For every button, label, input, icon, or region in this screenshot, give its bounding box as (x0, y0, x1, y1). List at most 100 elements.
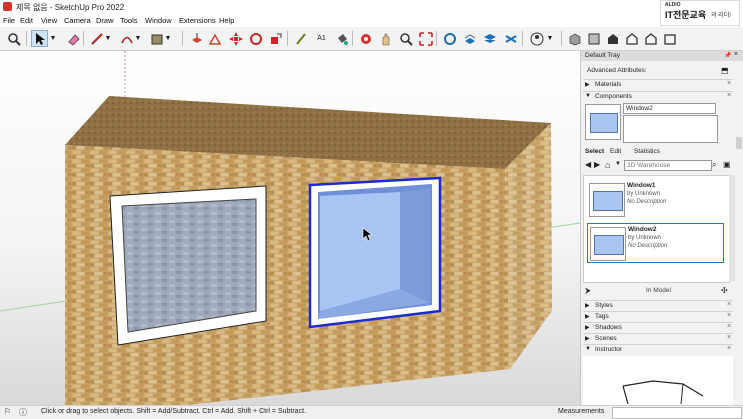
pin-icon[interactable]: 📌 (724, 52, 731, 59)
home-icon[interactable]: ⌂ (605, 160, 610, 170)
view-top-icon[interactable] (585, 30, 602, 47)
search-icon[interactable] (5, 30, 22, 47)
warehouse-search-input[interactable]: 3D Warehouse (624, 160, 712, 171)
rotate-icon[interactable] (247, 30, 264, 47)
tab-statistics[interactable]: Statistics (634, 148, 660, 155)
push-pull-icon[interactable] (188, 30, 205, 47)
tab-edit[interactable]: Edit (610, 148, 621, 155)
aldio-logo: ALDIO IT전문교육 의 리더! (660, 0, 740, 26)
attributes-icon[interactable]: ⬒ (721, 66, 729, 75)
item-description: No Description (628, 243, 668, 249)
instructor-panel (583, 356, 733, 405)
close-section-icon[interactable]: × (727, 312, 731, 319)
list-item-window1[interactable]: Window1 by Unknown No Description (587, 180, 724, 220)
warehouse-icon[interactable] (441, 30, 458, 47)
search-icon[interactable]: ⌕ (712, 160, 716, 170)
pan-icon[interactable] (377, 30, 394, 47)
layers-icon[interactable] (481, 30, 498, 47)
eraser-icon[interactable] (64, 30, 81, 47)
component-description-field[interactable] (623, 115, 718, 143)
view-left-icon[interactable] (661, 30, 678, 47)
modeling-viewport[interactable] (0, 51, 580, 405)
view-back-icon[interactable] (642, 30, 659, 47)
close-icon[interactable]: × (734, 51, 738, 58)
select-dropdown-icon[interactable]: ▼ (48, 30, 58, 47)
shape-dropdown-icon[interactable]: ▼ (163, 30, 173, 47)
measurements-input[interactable] (612, 407, 742, 419)
component-name-field[interactable]: Window2 (623, 103, 716, 114)
component-thumbnail (590, 227, 626, 261)
item-name: Window1 (627, 182, 656, 189)
materials-section[interactable]: ▶ Materials × (583, 79, 733, 90)
list-item-window2-selected[interactable]: Window2 by Unknown No Description (587, 223, 724, 263)
menu-view[interactable]: View (41, 16, 57, 25)
tape-measure-icon[interactable] (292, 30, 309, 47)
menu-bar: File Edit View Camera Draw Tools Window … (0, 14, 743, 27)
materials-label: Materials (595, 81, 622, 88)
toolbar: ▼ ▼ ▼ ▼ A1 ▼ (0, 27, 743, 51)
menu-extensions[interactable]: Extensions (179, 16, 216, 25)
menu-draw[interactable]: Draw (96, 16, 114, 25)
extension-warehouse-icon[interactable] (461, 30, 478, 47)
view-right-icon[interactable] (623, 30, 640, 47)
window1-component[interactable] (109, 185, 267, 346)
styles-label: Styles (595, 302, 613, 309)
menu-edit[interactable]: Edit (20, 16, 33, 25)
menu-window[interactable]: Window (145, 16, 172, 25)
item-name: Window2 (628, 226, 657, 233)
arc-dropdown-icon[interactable]: ▼ (133, 30, 143, 47)
orbit-icon[interactable] (357, 30, 374, 47)
menu-tools[interactable]: Tools (120, 16, 138, 25)
menu-camera[interactable]: Camera (64, 16, 91, 25)
sketchup-app-icon (3, 2, 12, 11)
shadows-section[interactable]: ▶ Shadows × (583, 322, 733, 333)
tags-section[interactable]: ▶ Tags × (583, 311, 733, 322)
close-section-icon[interactable]: × (727, 92, 731, 99)
back-icon[interactable]: ◀ (585, 160, 591, 169)
styles-section[interactable]: ▶ Styles × (583, 300, 733, 311)
list-scrollbar[interactable] (729, 175, 735, 281)
offset-icon[interactable] (206, 30, 223, 47)
geo-location-icon[interactable]: ⚐ (4, 407, 11, 416)
instructor-section[interactable]: ▼ Instructor × (583, 344, 733, 355)
advanced-attributes-label: Advanced Attributes: (587, 67, 647, 74)
close-section-icon[interactable]: × (727, 301, 731, 308)
line-dropdown-icon[interactable]: ▼ (103, 30, 113, 47)
logo-main-text: IT전문교육 (665, 10, 707, 20)
zoom-icon[interactable] (397, 30, 414, 47)
details-icon[interactable]: ▣ (723, 160, 731, 169)
window2-component-selected[interactable] (308, 176, 442, 329)
components-section[interactable]: ▼ Components × (583, 91, 733, 102)
select-tool-icon[interactable] (31, 30, 48, 47)
components-label: Components (595, 93, 632, 100)
close-section-icon[interactable]: × (727, 334, 731, 341)
view-iso-icon[interactable] (566, 30, 583, 47)
move-icon[interactable] (227, 30, 244, 47)
forward-icon[interactable]: ▶ (594, 160, 600, 169)
expand-icon[interactable]: ✣ (721, 286, 728, 295)
menu-help[interactable]: Help (219, 16, 234, 25)
scenes-label: Scenes (595, 335, 617, 342)
view-front-icon[interactable] (604, 30, 621, 47)
scale-icon[interactable] (267, 30, 284, 47)
navigation-dropdown-icon[interactable]: ▼ (615, 161, 621, 167)
text-tool-icon[interactable]: A1 (313, 30, 330, 47)
close-section-icon[interactable]: × (727, 323, 731, 330)
scenes-section[interactable]: ▶ Scenes × (583, 333, 733, 344)
menu-file[interactable]: File (3, 16, 15, 25)
tray-scrollbar[interactable] (736, 137, 742, 149)
extension-manager-icon[interactable] (502, 30, 519, 47)
measurements-label: Measurements (558, 408, 605, 415)
tray-title: Default Tray (585, 52, 621, 59)
info-icon[interactable]: ⓘ (19, 407, 27, 418)
paint-bucket-icon[interactable] (333, 30, 350, 47)
account-dropdown-icon[interactable]: ▼ (545, 30, 555, 47)
item-author: by Unknown (628, 235, 662, 241)
load-icon[interactable]: ⮞ (585, 286, 591, 296)
zoom-extents-icon[interactable] (417, 30, 434, 47)
close-section-icon[interactable]: × (727, 345, 731, 352)
expand-arrow-icon: ▶ (585, 82, 590, 88)
user-account-icon[interactable] (528, 30, 545, 47)
close-section-icon[interactable]: × (727, 80, 731, 87)
tab-select[interactable]: Select (585, 148, 604, 155)
